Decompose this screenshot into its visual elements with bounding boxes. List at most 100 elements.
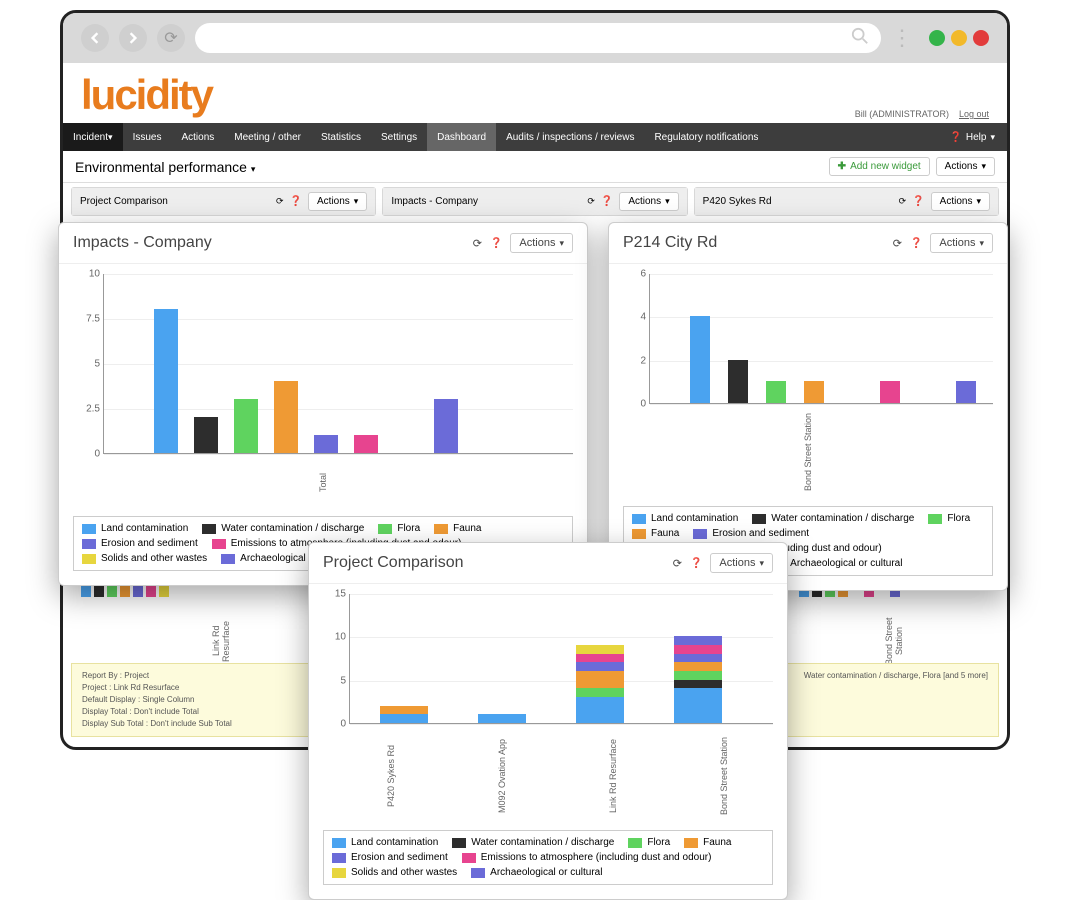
close-icon[interactable]	[973, 30, 989, 46]
chevron-down-icon	[979, 237, 984, 249]
app-header: lucidity Bill (ADMINISTRATOR) Log out	[63, 63, 1007, 123]
nav-incident[interactable]: Incident	[63, 123, 123, 151]
stacked-column	[576, 645, 624, 723]
legend-item: Emissions to atmosphere (including dust …	[462, 852, 712, 863]
y-tick: 4	[622, 312, 646, 323]
nav-settings[interactable]: Settings	[371, 123, 427, 151]
chart-xlabel: Link Rd Resurface	[211, 611, 231, 671]
info-line: Water contamination / discharge, Flora […	[804, 670, 988, 730]
card-title: Project Comparison	[323, 554, 464, 572]
y-tick: 2.5	[76, 404, 100, 415]
back-button[interactable]	[81, 24, 109, 52]
card-actions-button[interactable]: Actions	[510, 233, 573, 253]
help-icon[interactable]	[912, 196, 924, 207]
legend-item: Fauna	[684, 837, 731, 848]
card-actions-button[interactable]: Actions	[930, 233, 993, 253]
refresh-icon[interactable]	[899, 196, 907, 207]
add-widget-button[interactable]: ✚Add new widget	[829, 157, 930, 176]
help-icon	[949, 132, 961, 143]
mini-widget-project-comparison: Project Comparison Actions	[71, 187, 376, 216]
logo: lucidity	[81, 71, 212, 119]
nav-actions[interactable]: Actions	[171, 123, 224, 151]
page-actions-button[interactable]: Actions	[936, 157, 995, 176]
forward-button[interactable]	[119, 24, 147, 52]
browser-topbar: ⟳ ⋮	[63, 13, 1007, 63]
chevron-down-icon[interactable]	[251, 159, 256, 175]
user-name: Bill (ADMINISTRATOR)	[855, 109, 949, 119]
refresh-icon[interactable]	[473, 237, 482, 250]
legend-item: Fauna	[434, 523, 481, 534]
legend-item: Water contamination / discharge	[752, 513, 914, 524]
bar-land	[154, 309, 178, 453]
card-title: P214 City Rd	[623, 234, 717, 252]
y-tick: 5	[76, 359, 100, 370]
widget-title: Project Comparison	[80, 196, 168, 207]
help-icon[interactable]	[910, 237, 922, 249]
chevron-down-icon	[108, 132, 113, 143]
y-tick: 0	[622, 399, 646, 410]
card-p214-city-rd: P214 City Rd Actions 0246 Bond Street St…	[608, 222, 1008, 591]
refresh-icon[interactable]	[276, 196, 284, 207]
plus-icon: ✚	[838, 161, 846, 172]
widget-actions-button[interactable]: Actions	[619, 192, 678, 211]
help-button[interactable]: Help	[937, 123, 1007, 151]
info-line: Report By : Project	[82, 670, 232, 682]
legend-item: Water contamination / discharge	[202, 523, 364, 534]
chart-impacts-company: 02.557.510 Total Land contaminationWater…	[59, 264, 587, 585]
maximize-icon[interactable]	[951, 30, 967, 46]
logout-link[interactable]: Log out	[959, 109, 989, 119]
bar-arch	[956, 381, 976, 403]
y-tick: 2	[622, 355, 646, 366]
chevron-down-icon	[759, 557, 764, 569]
y-tick: 0	[76, 449, 100, 460]
chart-project-comparison: 051015 P420 Sykes RdM092 Ovation AppLink…	[309, 584, 787, 899]
info-line: Default Display : Single Column	[82, 694, 232, 706]
widget-row: Project Comparison Actions Impacts - Com…	[63, 183, 1007, 220]
stacked-column	[478, 714, 526, 723]
chart-legend: Land contaminationWater contamination / …	[323, 830, 773, 885]
refresh-icon[interactable]	[587, 196, 595, 207]
minimize-icon[interactable]	[929, 30, 945, 46]
url-bar[interactable]	[195, 23, 881, 53]
info-line: Display Total : Don't include Total	[82, 706, 232, 718]
refresh-icon[interactable]	[893, 237, 902, 250]
nav-issues[interactable]: Issues	[123, 123, 172, 151]
nav-audits[interactable]: Audits / inspections / reviews	[496, 123, 644, 151]
card-title: Impacts - Company	[73, 234, 212, 252]
widget-actions-button[interactable]: Actions	[308, 192, 367, 211]
bar-flora	[234, 399, 258, 453]
legend-item: Fauna	[632, 528, 679, 539]
search-icon	[851, 27, 869, 50]
nav-regulatory[interactable]: Regulatory notifications	[644, 123, 768, 151]
y-tick: 10	[76, 269, 100, 280]
refresh-button[interactable]: ⟳	[157, 24, 185, 52]
bar-flora	[766, 381, 786, 403]
refresh-icon[interactable]	[673, 557, 682, 570]
user-meta: Bill (ADMINISTRATOR) Log out	[855, 109, 989, 119]
nav-dashboard[interactable]: Dashboard	[427, 123, 496, 151]
bar-fauna	[274, 381, 298, 453]
card-actions-button[interactable]: Actions	[710, 553, 773, 573]
help-icon[interactable]	[490, 237, 502, 249]
x-tick: P420 Sykes Rd	[386, 736, 434, 816]
bar-water	[194, 417, 218, 453]
more-icon[interactable]: ⋮	[891, 33, 911, 43]
help-icon[interactable]	[290, 196, 302, 207]
help-icon[interactable]	[690, 557, 702, 569]
legend-item: Flora	[378, 523, 420, 534]
legend-item: Archaeological or cultural	[771, 558, 902, 569]
nav-meeting[interactable]: Meeting / other	[224, 123, 311, 151]
chart-xlabel: Bond Street Station	[803, 412, 813, 492]
legend-item: Flora	[628, 837, 670, 848]
page-title: Environmental performance	[75, 159, 255, 175]
nav-statistics[interactable]: Statistics	[311, 123, 371, 151]
legend-item: Flora	[928, 513, 970, 524]
legend-item: Solids and other wastes	[82, 553, 207, 564]
help-icon[interactable]	[601, 196, 613, 207]
mini-widget-impacts-company: Impacts - Company Actions	[382, 187, 687, 216]
legend-item: Land contamination	[632, 513, 738, 524]
widget-actions-button[interactable]: Actions	[931, 192, 990, 211]
chevron-down-icon	[981, 161, 986, 172]
bar-land	[690, 316, 710, 403]
x-tick: M092 Ovation App	[497, 736, 545, 816]
